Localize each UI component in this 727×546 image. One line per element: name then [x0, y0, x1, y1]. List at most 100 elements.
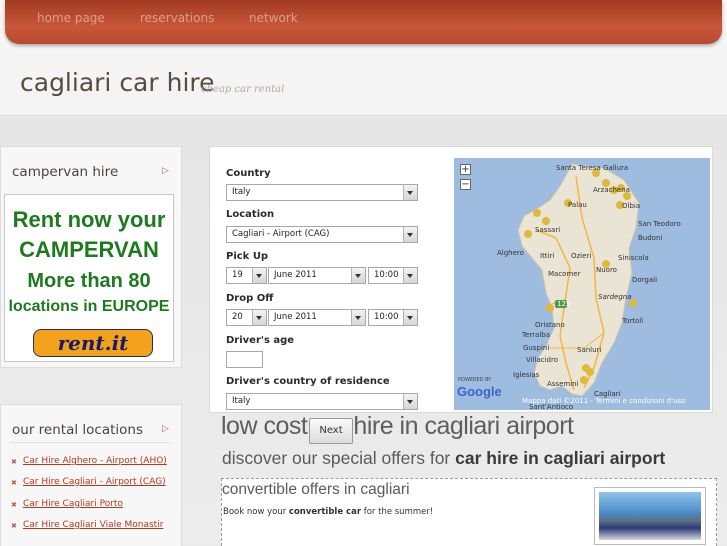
map-label: San Teodoro: [638, 220, 681, 228]
location-select[interactable]: Cagliari - Airport (CAG): [226, 226, 418, 243]
residence-select[interactable]: Italy: [226, 393, 418, 410]
box-divider: [10, 442, 170, 443]
campervan-box-title: campervan hire: [12, 164, 119, 180]
dropoff-month-value: June 2011: [274, 312, 317, 322]
map-label: Macomer: [548, 270, 581, 278]
map-label: Villacidro: [526, 356, 559, 364]
ad-line: locations in EUROPE: [8, 298, 170, 315]
location-label: Location: [226, 209, 275, 220]
bullet-icon: ✖: [11, 479, 17, 487]
rent-it-logo: rent.it: [33, 329, 153, 357]
nav-home-page[interactable]: home page: [37, 11, 105, 25]
pickup-day-value: 19: [232, 270, 243, 280]
map-marker-icon: [524, 230, 532, 238]
map-label: Sassari: [535, 226, 561, 234]
pickup-time-value: 10:00: [374, 270, 399, 280]
sardinia-map[interactable]: [454, 158, 710, 410]
chevron-down-icon: [403, 227, 417, 242]
dropoff-label: Drop Off: [226, 293, 274, 304]
map-label: Tortolì: [622, 317, 644, 325]
dropoff-month-select[interactable]: June 2011: [268, 309, 366, 326]
chevron-down-icon: [403, 394, 417, 409]
map-label: Assemini: [547, 380, 579, 388]
page-headline: low cost car hire in cagliari airport: [221, 412, 574, 440]
bullet-icon: ✖: [11, 458, 17, 466]
chevron-down-icon: [403, 268, 417, 283]
location-link-alghero-airport[interactable]: Car Hire Alghero - Airport (AHO): [23, 456, 167, 466]
bullet-icon: ✖: [11, 522, 17, 530]
location-select-value: Cagliari - Airport (CAG): [232, 229, 330, 239]
map-label: Dorgali: [632, 276, 658, 284]
convertible-car-photo[interactable]: [594, 487, 706, 545]
powered-by-text: POWERED BY: [458, 377, 492, 383]
map-label: Guspini: [523, 344, 550, 352]
pickup-month-select[interactable]: June 2011: [268, 267, 366, 284]
campervan-ad-banner[interactable]: Rent now your CAMPERVAN More than 80 loc…: [4, 194, 174, 362]
site-title[interactable]: cagliari car hire: [20, 68, 215, 97]
zoom-in-button[interactable]: +: [460, 164, 471, 175]
chevron-down-icon: [403, 310, 417, 325]
zoom-out-button[interactable]: −: [460, 179, 471, 190]
dropoff-day-value: 20: [232, 312, 243, 322]
offer-text: Book now your convertible car for the su…: [223, 507, 433, 517]
offer-text-suffix: for the summer!: [361, 507, 434, 517]
chevron-down-icon: [351, 268, 365, 283]
map-terms-link[interactable]: Mappa dati ©2011 - Termini e condizioni …: [522, 397, 685, 405]
map-label: Arzachena: [593, 186, 630, 194]
map-label: Siniscola: [618, 254, 649, 262]
map-label: Ozieri: [571, 252, 592, 260]
chevron-down-icon: [351, 310, 365, 325]
next-button[interactable]: Next: [309, 418, 353, 444]
map-label: Palau: [568, 201, 587, 209]
map-marker-icon: [542, 217, 550, 225]
rental-locations-title: our rental locations: [12, 422, 143, 438]
pickup-time-select[interactable]: 10:00: [368, 267, 418, 284]
map-marker-icon: [533, 209, 541, 217]
map-label: Terralba: [522, 331, 550, 339]
country-label: Country: [226, 168, 271, 179]
page-subheadline: discover our special offers for car hire…: [222, 448, 665, 469]
map-label: Olbia: [622, 202, 641, 210]
map-label: Sanluri: [577, 346, 602, 354]
map-label: Santa Teresa Gallura: [556, 164, 629, 172]
map-label: Iglesias: [513, 371, 540, 379]
ad-line: CAMPERVAN: [19, 237, 159, 262]
pickup-month-value: June 2011: [274, 270, 317, 280]
residence-label: Driver's country of residence: [226, 376, 390, 387]
driver-age-label: Driver's age: [226, 335, 295, 346]
nav-network[interactable]: network: [249, 11, 298, 25]
location-link-cagliari-viale-monastir[interactable]: Car Hire Cagliari Viale Monastir: [23, 520, 163, 530]
country-select-value: Italy: [232, 187, 251, 197]
offer-title: convertible offers in cagliari: [222, 481, 410, 498]
car-image: [599, 492, 701, 540]
top-navigation-bar: [5, 0, 722, 44]
dropoff-time-select[interactable]: 10:00: [368, 309, 418, 326]
site-tagline: cheap car rental: [201, 84, 285, 95]
map-label: Nuoro: [596, 266, 617, 274]
google-logo: Google: [457, 384, 502, 399]
bullet-icon: ✖: [11, 501, 17, 509]
nav-reservations[interactable]: reservations: [140, 11, 214, 25]
residence-select-value: Italy: [232, 396, 251, 406]
chevron-down-icon: [252, 268, 266, 283]
map-label: Alghero: [497, 249, 524, 257]
map-marker-icon: [580, 376, 588, 384]
map-marker-icon: [546, 304, 554, 312]
map-label: Ittiri: [540, 252, 555, 260]
offer-text-prefix: Book now your: [223, 507, 289, 517]
ad-line: More than 80: [27, 270, 151, 292]
driver-age-input[interactable]: [226, 351, 263, 368]
subhead-bold: car hire in cagliari airport: [455, 448, 666, 468]
pickup-day-select[interactable]: 19: [226, 267, 267, 284]
road-badge: 125: [557, 300, 571, 308]
dropoff-day-select[interactable]: 20: [226, 309, 267, 326]
header-divider: [0, 115, 727, 116]
offer-text-bold: convertible car: [288, 507, 362, 517]
subhead-prefix: discover our special offers for: [222, 448, 456, 468]
map-marker-icon: [586, 368, 594, 376]
location-link-cagliari-airport[interactable]: Car Hire Cagliari - Airport (CAG): [23, 477, 166, 487]
chevron-down-icon: [252, 310, 266, 325]
country-select[interactable]: Italy: [226, 184, 418, 201]
map-label: Oristano: [535, 321, 565, 329]
location-link-cagliari-porto[interactable]: Car Hire Cagliari Porto: [23, 499, 123, 509]
